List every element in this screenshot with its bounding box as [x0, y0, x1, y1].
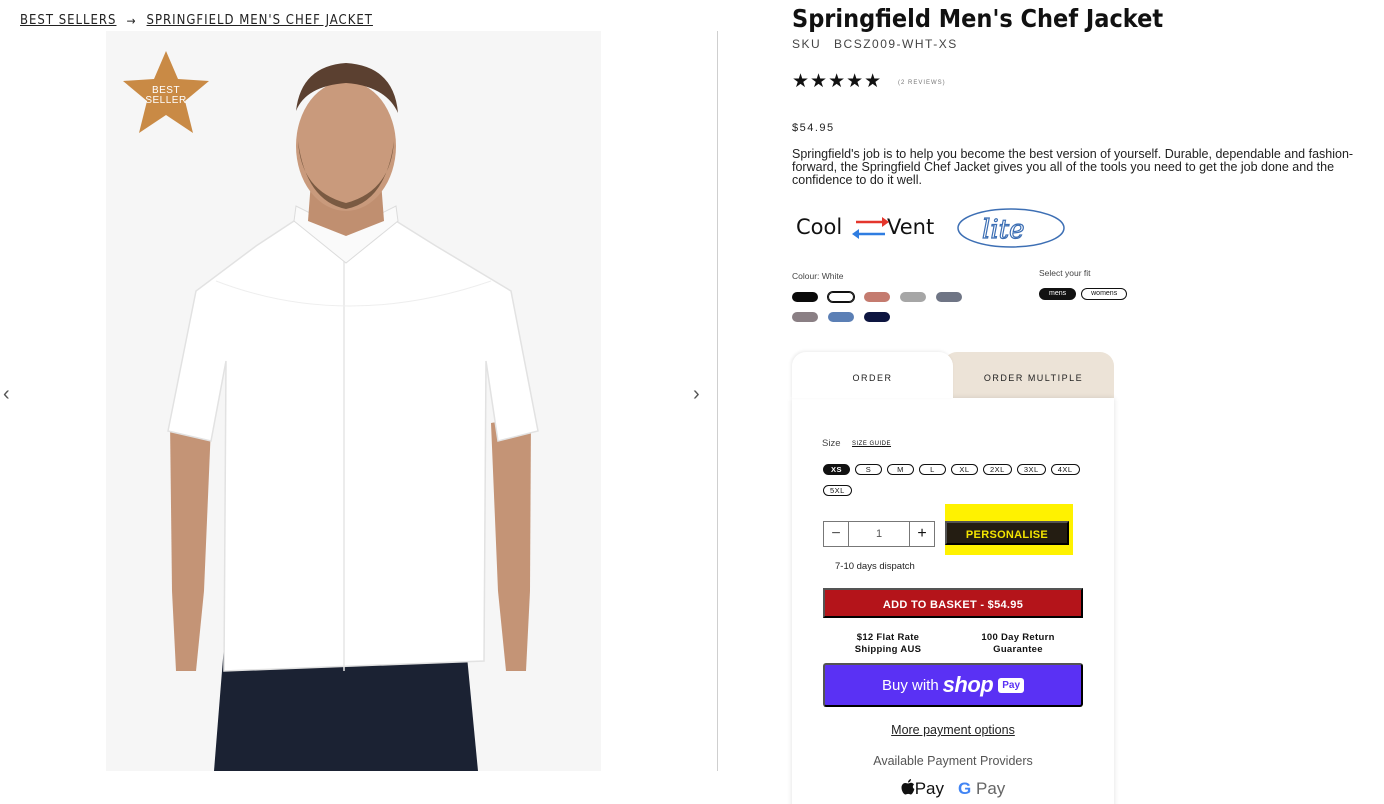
payment-providers: Pay G Pay — [792, 779, 1114, 799]
pay-badge: Pay — [998, 677, 1025, 693]
shop-logo-icon: shop — [942, 672, 994, 697]
providers-label: Available Payment Providers — [873, 754, 1033, 768]
colour-swatches — [792, 291, 972, 322]
lite-logo: lite — [957, 208, 1065, 248]
reviews-link[interactable]: (2 REVIEWS) — [898, 80, 946, 86]
fit-womens-button[interactable]: womens — [1081, 288, 1128, 300]
shop-pay-buy-with: Buy with — [881, 676, 939, 694]
fit-selector: mens womens — [1039, 288, 1128, 300]
personalise-button[interactable]: PERSONALISE — [945, 521, 1069, 545]
tab-order-multiple[interactable]: ORDER MULTIPLE — [943, 352, 1114, 398]
cool-vent-right-text: Vent — [887, 215, 934, 239]
apple-icon — [901, 779, 915, 795]
minus-icon[interactable]: − — [824, 522, 849, 546]
breadcrumb-link-best-sellers[interactable]: BEST SELLERS — [20, 13, 116, 28]
swatch-white[interactable] — [827, 291, 855, 303]
google-pay-icon: G Pay — [958, 779, 1006, 798]
size-3xl[interactable]: 3XL — [1016, 464, 1046, 475]
size-l[interactable]: L — [919, 464, 946, 475]
add-to-basket-button[interactable]: ADD TO BASKET - $54.95 — [823, 588, 1083, 618]
tab-order[interactable]: ORDER — [792, 352, 953, 398]
breadcrumb-link-product[interactable]: SPRINGFIELD MEN'S CHEF JACKET — [147, 13, 373, 28]
plus-icon[interactable]: + — [909, 522, 934, 546]
order-panel: Size SIZE GUIDE XS S M L XL 2XL 3XL 4XL … — [792, 398, 1114, 804]
size-xs[interactable]: XS — [823, 464, 850, 475]
swatch-slate[interactable] — [936, 292, 962, 302]
order-tabs: ORDER MULTIPLE ORDER — [792, 352, 1114, 398]
price: $54.95 — [792, 122, 835, 134]
swatch-navy[interactable] — [864, 312, 890, 322]
size-label: Size — [822, 438, 841, 449]
product-image[interactable] — [106, 31, 601, 771]
cool-vent-left-text: Cool — [796, 215, 842, 239]
size-m[interactable]: M — [887, 464, 914, 475]
swatch-terracotta[interactable] — [864, 292, 890, 302]
badge-text: BEST SELLER — [145, 85, 187, 106]
fit-label: Select your fit — [1039, 268, 1091, 278]
cool-vent-logo: Cool Vent — [796, 215, 934, 239]
colour-label: Colour: White — [792, 271, 844, 281]
best-seller-badge: BEST SELLER — [121, 49, 211, 135]
shop-pay-button[interactable]: Buy with shop Pay — [823, 663, 1083, 707]
product-photo — [106, 31, 601, 771]
breadcrumb-arrow-icon: → — [126, 13, 137, 28]
sku-label: SKU — [792, 37, 822, 51]
size-5xl[interactable]: 5XL — [823, 485, 852, 496]
perk-shipping: $12 Flat Rate Shipping AUS — [854, 632, 922, 655]
quantity-stepper: − + — [823, 521, 935, 547]
quantity-input[interactable] — [849, 522, 909, 546]
product-title: Springfield Men's Chef Jacket — [792, 4, 1164, 33]
sku-value: BCSZ009-WHT-XS — [834, 37, 958, 51]
divider — [717, 31, 718, 771]
size-guide-link[interactable]: SIZE GUIDE — [852, 441, 891, 447]
swatch-black[interactable] — [792, 292, 818, 302]
perks: $12 Flat Rate Shipping AUS 100 Day Retur… — [823, 632, 1083, 656]
size-xl[interactable]: XL — [951, 464, 978, 475]
dispatch-text: 7-10 days dispatch — [835, 561, 915, 572]
star-rating-icon[interactable]: ★★★★★ — [792, 70, 882, 93]
product-description: Springfield's job is to help you become … — [792, 147, 1354, 187]
size-2xl[interactable]: 2XL — [983, 464, 1012, 475]
perk-return: 100 Day Return Guarantee — [981, 632, 1055, 655]
sku: SKU BCSZ009-WHT-XS — [792, 37, 958, 51]
fit-mens-button[interactable]: mens — [1039, 288, 1077, 300]
size-options: XS S M L XL 2XL 3XL 4XL 5XL — [823, 464, 1088, 496]
breadcrumb: BEST SELLERS → SPRINGFIELD MEN'S CHEF JA… — [20, 13, 373, 28]
swatch-blue[interactable] — [828, 312, 854, 322]
more-payment-options-link[interactable]: More payment options — [792, 723, 1114, 737]
size-s[interactable]: S — [855, 464, 882, 475]
chevron-left-icon[interactable]: ‹ — [3, 384, 10, 404]
apple-pay-icon: Pay — [901, 779, 944, 799]
swatch-light-grey[interactable] — [900, 292, 926, 302]
swatch-taupe[interactable] — [792, 312, 818, 322]
lite-text: lite — [982, 215, 1024, 245]
chevron-right-icon[interactable]: › — [693, 384, 700, 404]
size-4xl[interactable]: 4XL — [1050, 464, 1080, 475]
